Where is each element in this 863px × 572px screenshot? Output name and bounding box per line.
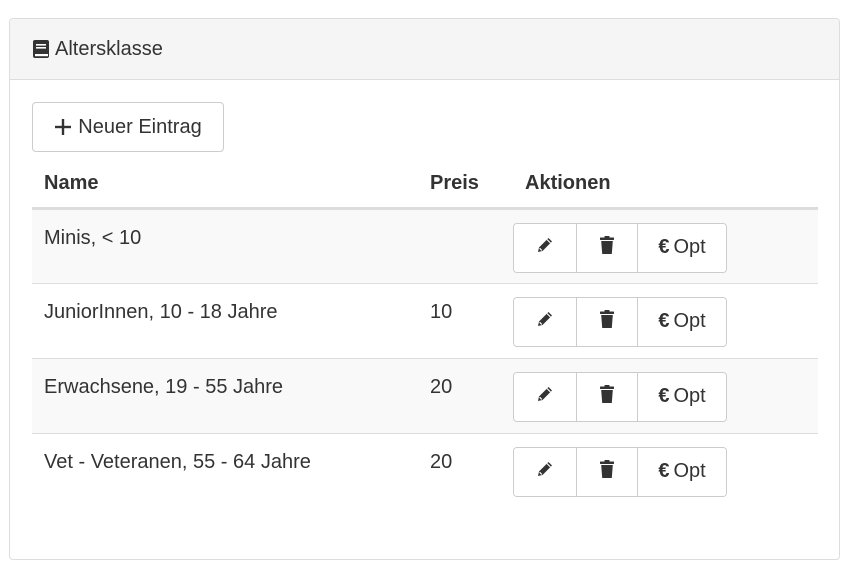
row-actions: € Opt: [513, 432, 818, 508]
row-preis: 20: [418, 432, 513, 508]
table-row: JuniorInnen, 10 - 18 Jahre 10 € Opt: [32, 282, 818, 358]
new-entry-button[interactable]: Neuer Eintrag: [32, 102, 224, 152]
action-button-group: € Opt: [513, 371, 727, 422]
row-name: Vet - Veteranen, 55 - 64 Jahre: [32, 432, 418, 508]
altersklasse-table: Name Preis Aktionen Minis, < 10 € Opt Ju…: [32, 160, 818, 508]
trash-icon: [598, 384, 616, 410]
column-header-preis[interactable]: Preis: [418, 160, 513, 210]
action-button-group: € Opt: [513, 222, 727, 273]
table-row: Erwachsene, 19 - 55 Jahre 20 € Opt: [32, 357, 818, 433]
pencil-icon: [535, 384, 555, 410]
options-button[interactable]: € Opt: [637, 372, 726, 421]
options-label: Opt: [673, 385, 706, 407]
options-label: Opt: [673, 310, 706, 332]
row-actions: € Opt: [513, 282, 818, 358]
euro-icon: €: [658, 460, 670, 482]
options-label: Opt: [673, 236, 706, 258]
new-entry-label: Neuer Eintrag: [78, 115, 202, 138]
table-row: Minis, < 10 € Opt: [32, 208, 818, 283]
trash-icon: [598, 309, 616, 335]
plus-icon: [54, 118, 72, 136]
action-button-group: € Opt: [513, 296, 727, 347]
row-actions: € Opt: [513, 357, 818, 433]
column-header-name[interactable]: Name: [32, 160, 418, 210]
pencil-icon: [535, 235, 555, 261]
row-preis: 10: [418, 282, 513, 358]
action-button-group: € Opt: [513, 446, 727, 497]
altersklasse-panel: Altersklasse Neuer Eintrag Name Preis Ak…: [9, 18, 840, 560]
euro-icon: €: [658, 310, 670, 332]
panel-heading: Altersklasse: [10, 19, 839, 80]
euro-icon: €: [658, 385, 670, 407]
row-name: Minis, < 10: [32, 208, 418, 283]
row-preis: [418, 208, 513, 283]
edit-button[interactable]: [514, 372, 576, 421]
delete-button[interactable]: [576, 447, 637, 496]
column-header-aktionen: Aktionen: [513, 160, 818, 210]
trash-icon: [598, 459, 616, 485]
row-name: JuniorInnen, 10 - 18 Jahre: [32, 282, 418, 358]
table-header-row: Name Preis Aktionen: [32, 160, 818, 210]
book-icon: [32, 38, 50, 60]
edit-button[interactable]: [514, 223, 576, 272]
table-row: Vet - Veteranen, 55 - 64 Jahre 20 € Opt: [32, 432, 818, 508]
options-button[interactable]: € Opt: [637, 297, 726, 346]
edit-button[interactable]: [514, 447, 576, 496]
options-label: Opt: [673, 460, 706, 482]
edit-button[interactable]: [514, 297, 576, 346]
delete-button[interactable]: [576, 297, 637, 346]
options-button[interactable]: € Opt: [637, 447, 726, 496]
row-preis: 20: [418, 357, 513, 433]
pencil-icon: [535, 459, 555, 485]
row-name: Erwachsene, 19 - 55 Jahre: [32, 357, 418, 433]
options-button[interactable]: € Opt: [637, 223, 726, 272]
row-actions: € Opt: [513, 208, 818, 283]
pencil-icon: [535, 309, 555, 335]
euro-icon: €: [658, 236, 670, 258]
trash-icon: [598, 235, 616, 261]
panel-title: Altersklasse: [55, 37, 163, 60]
delete-button[interactable]: [576, 372, 637, 421]
delete-button[interactable]: [576, 223, 637, 272]
